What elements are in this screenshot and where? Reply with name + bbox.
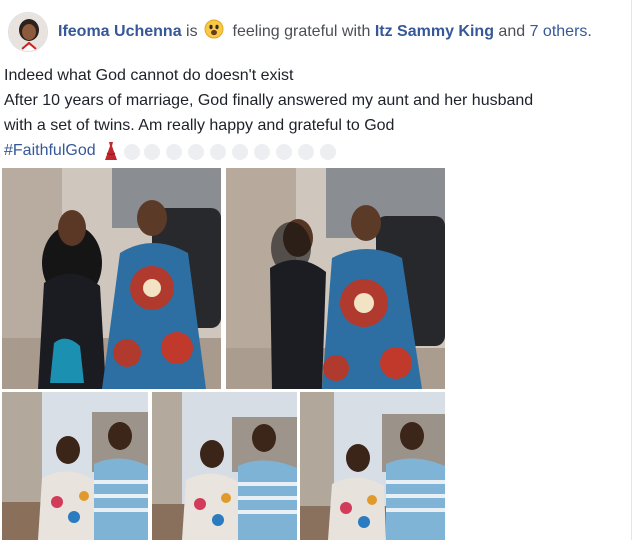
faded-emoji-row-icon [123, 143, 336, 160]
post-photo-1[interactable] [2, 168, 221, 389]
post-photo-2[interactable] [226, 168, 445, 389]
post-photo-3[interactable] [2, 392, 148, 540]
is-word: is [186, 23, 198, 40]
smiley-emoji-icon [204, 19, 224, 45]
author-name-link[interactable]: Ifeoma Uchenna [58, 23, 182, 40]
post-header: Ifeoma Uchenna is feeling grateful with … [8, 10, 592, 54]
feed-divider [631, 0, 632, 540]
facebook-post: Ifeoma Uchenna is feeling grateful with … [0, 0, 638, 540]
post-photo-4[interactable] [152, 392, 297, 540]
post-line-2: After 10 years of marriage, God finally … [4, 92, 534, 109]
feeling-text: feeling grateful with [232, 23, 371, 40]
hashtag-line: #FaithfulGod [4, 138, 624, 163]
post-line-1: Indeed what God cannot do doesn't exist [4, 67, 294, 84]
red-dress-emoji-icon [104, 141, 117, 160]
post-photo-5[interactable] [300, 392, 445, 540]
others-link[interactable]: 7 others [530, 23, 588, 40]
headline-period: . [587, 23, 592, 40]
post-line-3: with a set of twins. Am really happy and… [4, 117, 395, 134]
tagged-user-link[interactable]: Itz Sammy King [375, 23, 494, 40]
post-headline: Ifeoma Uchenna is feeling grateful with … [58, 19, 592, 45]
post-body: Indeed what God cannot do doesn't exist … [4, 63, 624, 163]
avatar[interactable] [8, 12, 48, 52]
hashtag-link[interactable]: #FaithfulGod [4, 138, 96, 163]
and-word: and [498, 23, 526, 40]
emoji-row [100, 140, 362, 162]
